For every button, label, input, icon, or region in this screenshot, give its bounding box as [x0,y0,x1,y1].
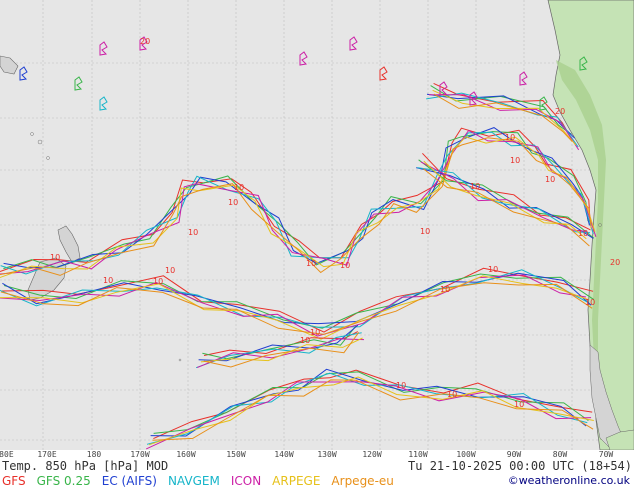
contour-label: 10 [300,336,310,345]
legend-item: EC (AIFS) [101,474,157,488]
longitude-label: 130W [317,450,337,459]
contour-fragment [99,41,108,56]
title-bar: Temp. 850 hPa [hPa] MOD Tu 21-10-2025 00… [0,459,634,474]
contour-line [152,379,594,441]
contour-label: 10 [510,156,520,165]
contour-fragment [379,66,388,81]
longitude-label: 90W [506,450,522,459]
contour-label: 10 [420,227,430,236]
contour-line [195,332,362,369]
legend-item: GFS [2,474,26,488]
contour-label: 10 [514,400,524,409]
longitude-label: 180 [86,450,102,459]
contour-label: 10 [545,175,555,184]
contour-line [145,381,592,450]
contour-fragment [19,66,28,81]
contour-label: 20 [555,107,565,116]
contour-fragment [99,96,108,111]
longitude-label: 120W [362,450,382,459]
legend-item: GFS 0.25 [36,474,91,488]
longitude-label: 70W [598,450,614,459]
contour-label: 10 [396,381,406,390]
legend-item: ARPEGE [272,474,321,488]
contour-label: 10 [470,182,480,191]
contour-line [420,161,587,232]
credit-link[interactable]: ©weatheronline.co.uk [508,474,630,487]
contour-line [3,127,590,269]
isotherm-contours [0,36,597,450]
contour-line [2,272,592,325]
legend-item: NAVGEM [167,474,220,488]
model-legend: GFS GFS 0.25 EC (AIFS) NAVGEM ICON ARPEGE Arpe… [2,474,405,490]
contour-label: 10 [50,253,60,262]
contour-label: 10 [578,229,588,238]
longitude-label: 100W [456,450,476,459]
longitude-label: 160W [176,450,196,459]
contour-label: 10 [165,266,175,275]
longitude-label: 150W [226,450,246,459]
contour-label: 10 [306,259,316,268]
contour-label: 10 [340,261,350,270]
contour-fragment [349,36,358,51]
legend-item: Arpege-eu [331,474,394,488]
contour-label: 10 [228,198,238,207]
contour-label: 10 [488,265,498,274]
longitude-label: 80W [552,450,568,459]
legend-item: ICON [230,474,262,488]
contour-label: 10 [447,390,457,399]
longitude-label: 140W [274,450,294,459]
contour-label: 10 [188,228,198,237]
longitude-label: 180E [0,450,14,459]
contour-label: 10 [310,328,320,337]
contour-fragment [74,76,83,91]
contour-label: 10 [103,276,113,285]
contour-label: 10 [234,183,244,192]
contour-fragment [519,71,528,86]
forecast-map: 10 10 10 10 10 10 10 10 10 10 10 10 10 10 10 10 10 10 10 10… [0,0,634,450]
contour-line [0,137,592,276]
contour-label: 20 [140,37,150,46]
longitude-label: 110W [408,450,428,459]
contour-label: 10 [585,298,595,307]
contour-label: 10 [153,277,163,286]
map-canvas: 1010 10101010101010101010101010101010 1010… [0,0,634,450]
contour-line [153,369,593,440]
contour-label: 20 [610,258,620,267]
contour-line [0,269,588,328]
contour-line [433,82,572,139]
contour-label: 10 [505,133,515,142]
contour-label: 10 [440,285,450,294]
longitude-label: 170W [130,450,150,459]
contour-line [0,275,589,340]
longitude-label: 170E [37,450,57,459]
valid-time: Tu 21-10-2025 00:00 UTC (18+54) [408,459,632,473]
contour-labels: 1010 10101010101010101010101010101010 1010… [50,37,620,409]
map-title: Temp. 850 hPa [hPa] MOD [2,459,169,473]
